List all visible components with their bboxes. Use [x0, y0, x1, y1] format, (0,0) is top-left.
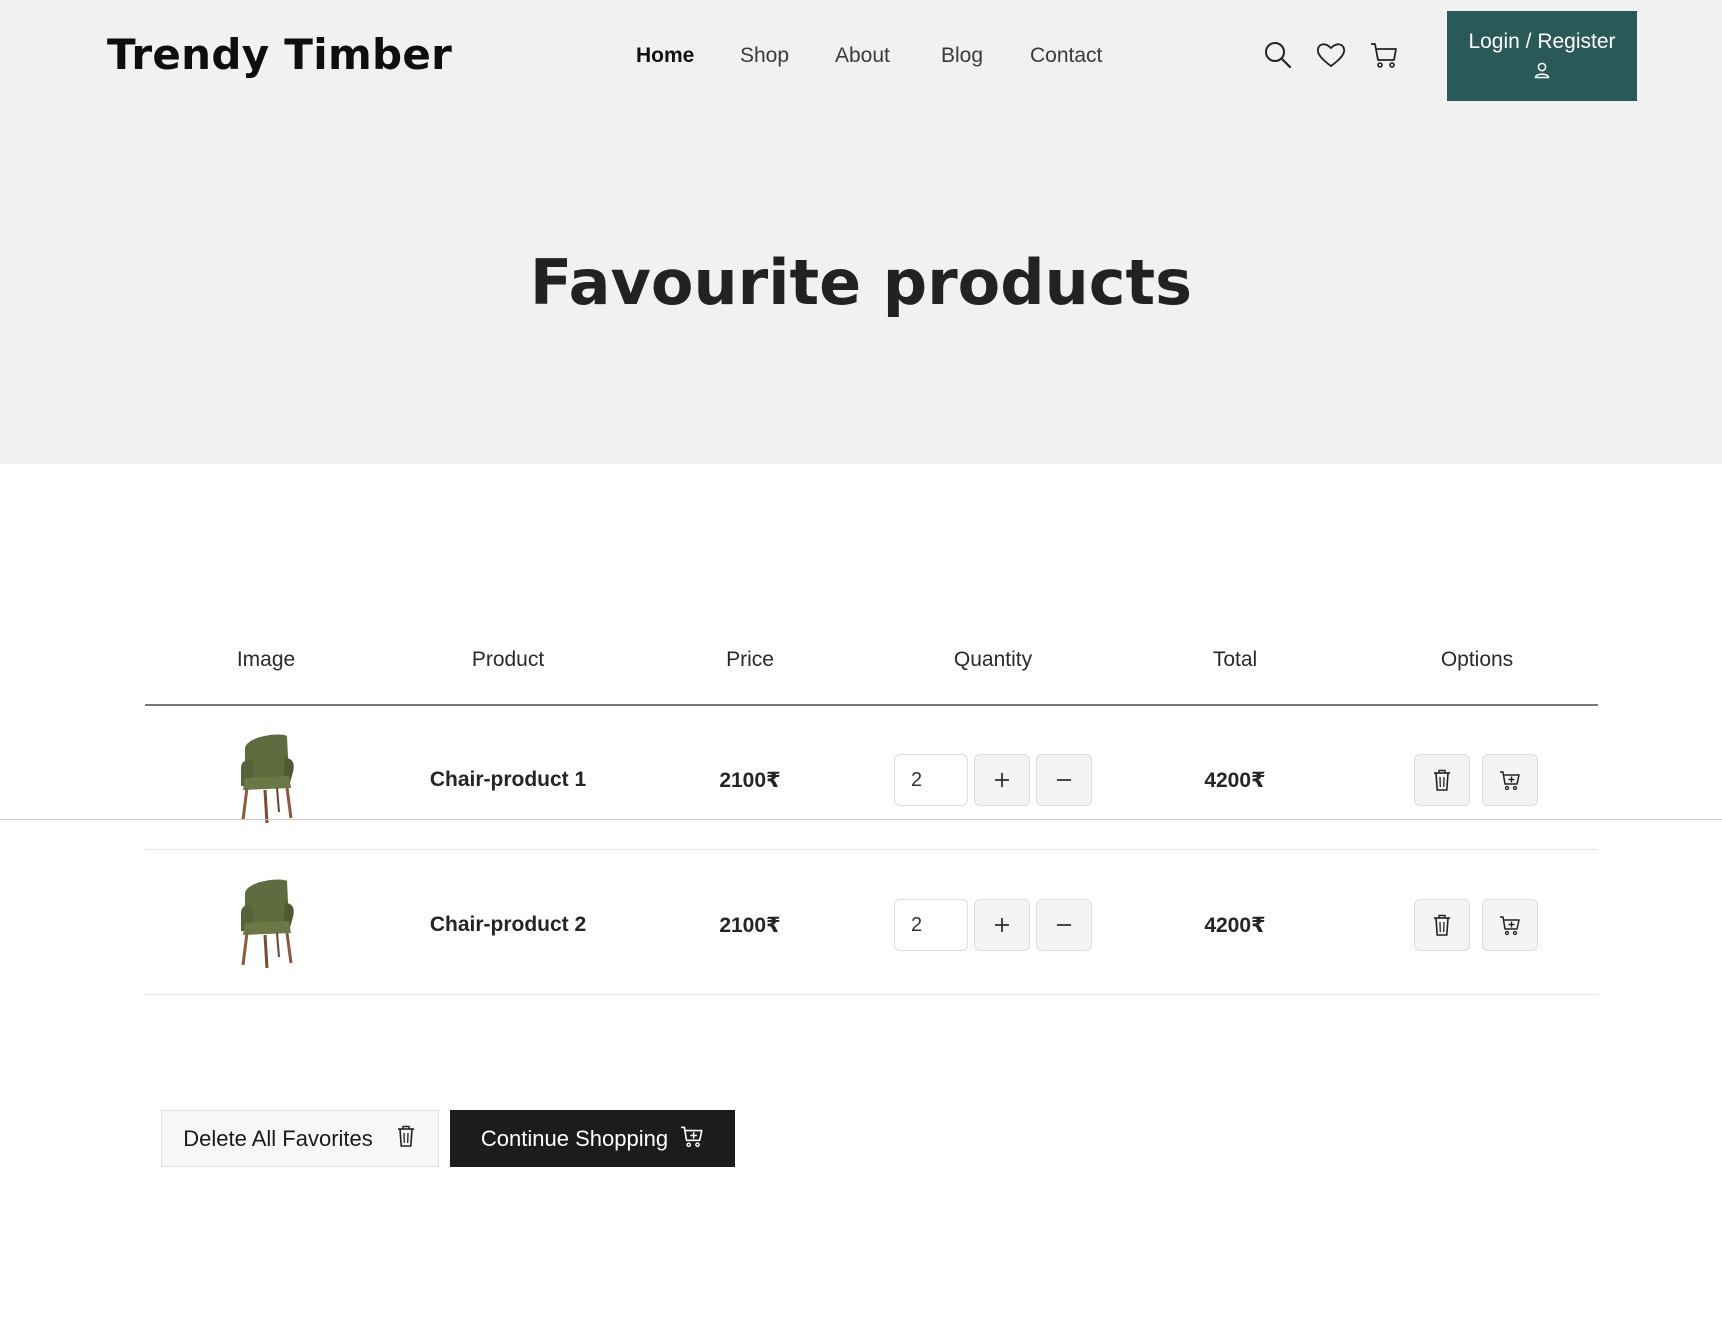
nav-shop[interactable]: Shop — [740, 44, 789, 68]
trash-icon — [395, 1124, 417, 1154]
page-title: Favourite products — [529, 246, 1193, 319]
minus-icon[interactable] — [1036, 754, 1092, 806]
nav-contact[interactable]: Contact — [1030, 44, 1102, 68]
divider — [0, 819, 1722, 820]
table-header: Image Product Price Quantity Total Optio… — [145, 648, 1598, 706]
nav-blog[interactable]: Blog — [941, 44, 983, 68]
quantity-input[interactable] — [894, 754, 968, 806]
login-register-label: Login / Register — [1468, 29, 1616, 53]
product-image[interactable] — [231, 873, 301, 969]
product-image[interactable] — [231, 728, 301, 824]
delete-all-favorites-button[interactable]: Delete All Favorites — [161, 1110, 439, 1167]
quantity-input[interactable] — [894, 899, 968, 951]
product-name[interactable]: Chair-product 2 — [387, 913, 629, 937]
product-name[interactable]: Chair-product 1 — [387, 768, 629, 792]
nav-home[interactable]: Home — [636, 44, 694, 68]
nav-about[interactable]: About — [835, 44, 890, 68]
delete-all-label: Delete All Favorites — [183, 1125, 373, 1151]
table-row: Chair-product 2 2100₹ 4200₹ — [145, 851, 1598, 995]
plus-icon[interactable] — [974, 899, 1030, 951]
search-icon[interactable] — [1261, 38, 1295, 72]
product-price: 2100₹ — [719, 914, 781, 937]
cart-plus-icon[interactable] — [1482, 754, 1538, 806]
column-total: Total — [1212, 648, 1258, 671]
column-quantity: Quantity — [953, 648, 1033, 671]
user-icon — [1533, 61, 1551, 84]
login-register-button[interactable]: Login / Register — [1447, 11, 1637, 101]
column-image: Image — [236, 648, 296, 671]
column-options: Options — [1440, 648, 1514, 671]
product-total: 4200₹ — [1204, 769, 1266, 792]
product-price: 2100₹ — [719, 769, 781, 792]
trash-icon[interactable] — [1414, 754, 1470, 806]
continue-shopping-button[interactable]: Continue Shopping — [450, 1110, 735, 1167]
cart-plus-icon — [680, 1124, 704, 1154]
heart-icon[interactable] — [1314, 38, 1348, 72]
cart-plus-icon[interactable] — [1482, 899, 1538, 951]
continue-shopping-label: Continue Shopping — [480, 1125, 669, 1151]
column-price: Price — [726, 648, 774, 671]
product-total: 4200₹ — [1204, 914, 1266, 937]
minus-icon[interactable] — [1036, 899, 1092, 951]
column-product: Product — [471, 648, 545, 671]
cart-icon[interactable] — [1367, 38, 1401, 72]
trash-icon[interactable] — [1414, 899, 1470, 951]
plus-icon[interactable] — [974, 754, 1030, 806]
table-row: Chair-product 1 2100₹ 4200₹ — [145, 706, 1598, 850]
